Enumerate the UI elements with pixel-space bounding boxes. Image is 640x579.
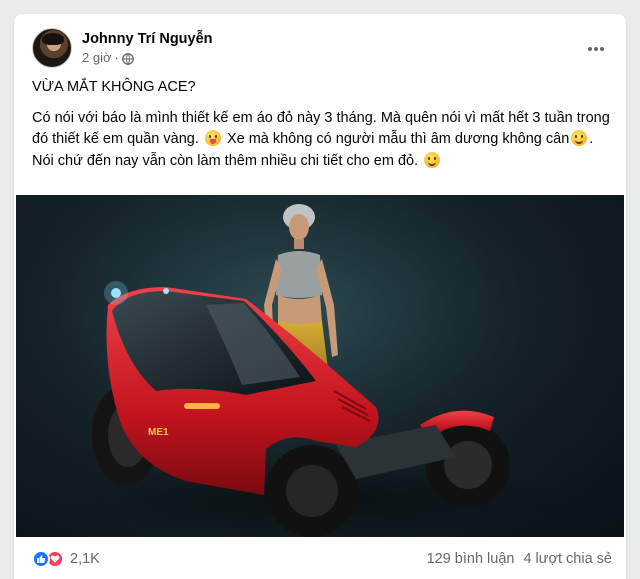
smile-emoji-icon <box>571 130 588 146</box>
vehicle-badge: ME1 <box>148 427 169 438</box>
post-text: VỪA MẮT KHÔNG ACE? Có nói với báo là mìn… <box>32 77 617 172</box>
like-icon <box>32 550 50 568</box>
post-body-part3: Nói chứ đến nay vẫn còn làm thêm nhiều c… <box>32 152 419 169</box>
reaction-count[interactable]: 2,1K <box>70 551 100 567</box>
separator-dot: · <box>114 49 119 65</box>
post-time[interactable]: 2 giờ <box>82 49 112 67</box>
tongue-emoji-icon <box>204 130 221 146</box>
post-photo[interactable]: ME1 <box>16 195 624 537</box>
more-options-icon <box>587 39 605 57</box>
post-card: Johnny Trí Nguyễn 2 giờ · VỪA MẮT KHÔNG … <box>14 14 626 579</box>
globe-icon[interactable] <box>121 52 134 65</box>
post-header: Johnny Trí Nguyễn 2 giờ · <box>32 26 612 70</box>
comment-count[interactable]: 129 bình luận <box>427 551 515 567</box>
post-footer: 2,1K 129 bình luận 4 lượt chia sẻ <box>32 546 612 572</box>
post-meta: Johnny Trí Nguyễn 2 giờ · <box>82 30 213 67</box>
post-body-part2: Xe mà không có người mẫu thì âm dương kh… <box>226 131 570 147</box>
post-body: Có nói với báo là mình thiết kế em áo đỏ… <box>32 109 610 169</box>
author-avatar[interactable] <box>32 28 72 68</box>
smile-emoji-icon <box>424 151 441 168</box>
post-stats: 129 bình luận 4 lượt chia sẻ <box>427 551 612 567</box>
more-options-button[interactable] <box>580 32 612 64</box>
author-name[interactable]: Johnny Trí Nguyễn <box>82 30 213 48</box>
post-time-row: 2 giờ · <box>82 49 213 67</box>
share-count[interactable]: 4 lượt chia sẻ <box>523 551 612 567</box>
reactions[interactable]: 2,1K <box>32 550 100 568</box>
post-title: VỪA MẮT KHÔNG ACE? <box>32 79 196 95</box>
